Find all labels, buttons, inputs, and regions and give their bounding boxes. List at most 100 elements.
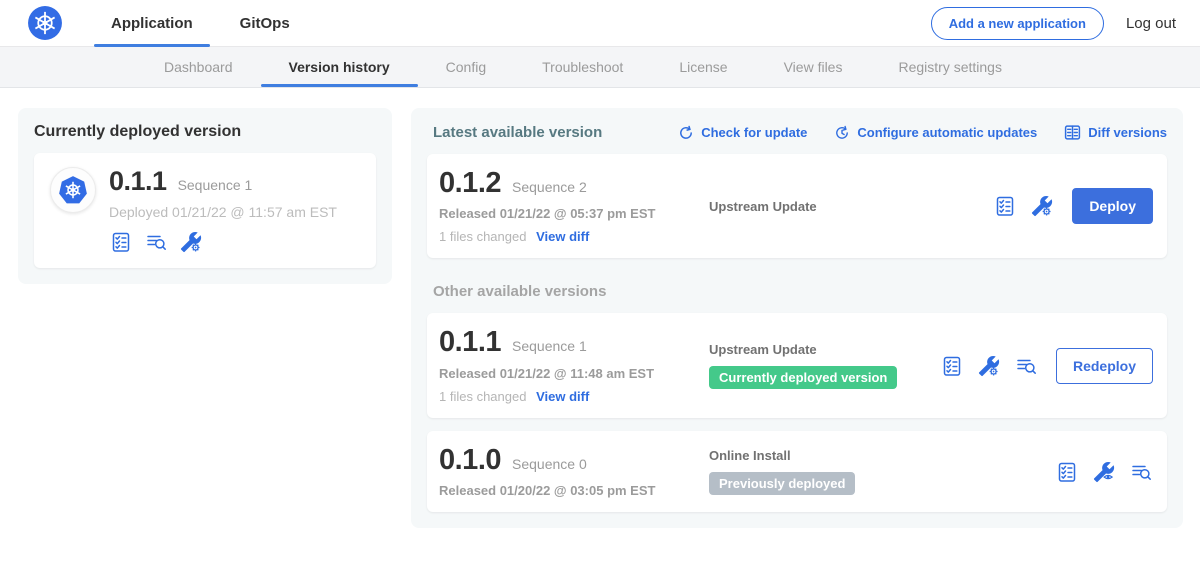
- version-card-actions: Redeploy: [940, 348, 1153, 384]
- version-source-column: Online Install Previously deployed: [697, 448, 1055, 495]
- configure-automatic-updates-link[interactable]: Configure automatic updates: [834, 125, 1037, 141]
- released-timestamp: Released 01/20/22 @ 03:05 pm EST: [439, 483, 697, 498]
- version-row: 0.1.2 Sequence 2: [439, 168, 697, 198]
- config-view-icon[interactable]: [1092, 460, 1116, 484]
- deploy-logs-icon[interactable]: [1129, 460, 1153, 484]
- tab-gitops[interactable]: GitOps: [223, 0, 307, 46]
- diff-versions-link[interactable]: Diff versions: [1064, 124, 1167, 141]
- tab-gitops-label: GitOps: [240, 15, 290, 32]
- version-card-0-1-0: 0.1.0 Sequence 0 Released 01/20/22 @ 03:…: [427, 431, 1167, 512]
- add-application-button[interactable]: Add a new application: [931, 7, 1104, 40]
- subnav-view-files[interactable]: View files: [756, 47, 871, 87]
- subnav-registry-settings[interactable]: Registry settings: [870, 47, 1029, 87]
- deployed-version-card: 0.1.1 Sequence 1 Deployed 01/21/22 @ 11:…: [34, 153, 376, 268]
- versions-header: Latest available version Check for updat…: [427, 122, 1167, 141]
- redeploy-button[interactable]: Redeploy: [1056, 348, 1153, 384]
- deployed-timestamp: Deployed 01/21/22 @ 11:57 am EST: [109, 204, 337, 220]
- refresh-icon: [678, 125, 694, 141]
- version-actions: Check for update Configure automatic upd…: [678, 124, 1167, 141]
- kubernetes-logo-icon[interactable]: [27, 5, 63, 41]
- deploy-button[interactable]: Deploy: [1072, 188, 1153, 224]
- tab-application-label: Application: [111, 15, 193, 32]
- version-card-actions: Deploy: [993, 188, 1153, 224]
- main-content: Currently deployed version: [0, 88, 1200, 528]
- previously-deployed-badge: Previously deployed: [709, 472, 855, 495]
- app-icon-kubernetes: [50, 167, 96, 213]
- check-for-update-label: Check for update: [701, 125, 807, 140]
- version-card-0-1-1: 0.1.1 Sequence 1 Released 01/21/22 @ 11:…: [427, 313, 1167, 417]
- version-number: 0.1.0: [439, 445, 501, 475]
- top-header-right: Add a new application Log out: [931, 7, 1176, 40]
- version-source-column: Upstream Update Currently deployed versi…: [697, 342, 940, 389]
- version-number: 0.1.2: [439, 168, 501, 198]
- view-diff-link[interactable]: View diff: [536, 389, 589, 404]
- subnav-dashboard[interactable]: Dashboard: [136, 47, 261, 87]
- files-changed-row: 1 files changed View diff: [439, 229, 697, 244]
- deployed-sequence-label: Sequence 1: [178, 177, 253, 193]
- view-diff-link[interactable]: View diff: [536, 229, 589, 244]
- logout-link[interactable]: Log out: [1126, 15, 1176, 32]
- subnav-troubleshoot[interactable]: Troubleshoot: [514, 47, 651, 87]
- app-level-tabs: Application GitOps: [94, 0, 320, 46]
- latest-available-heading: Latest available version: [433, 124, 602, 141]
- subnav-registry-settings-label: Registry settings: [898, 59, 1001, 75]
- top-header: Application GitOps Add a new application…: [0, 0, 1200, 47]
- subnav-config[interactable]: Config: [418, 47, 514, 87]
- deploy-logs-icon[interactable]: [144, 230, 168, 254]
- config-gear-icon[interactable]: [1030, 194, 1054, 218]
- sequence-label: Sequence 0: [512, 456, 587, 472]
- version-card-info: 0.1.1 Sequence 1 Released 01/21/22 @ 11:…: [439, 327, 697, 403]
- config-gear-icon[interactable]: [977, 354, 1001, 378]
- deployed-version-info: 0.1.1 Sequence 1 Deployed 01/21/22 @ 11:…: [109, 167, 337, 254]
- sequence-label: Sequence 2: [512, 179, 587, 195]
- preflight-checks-icon[interactable]: [993, 194, 1017, 218]
- version-card-info: 0.1.0 Sequence 0 Released 01/20/22 @ 03:…: [439, 445, 697, 498]
- subnav-license-label: License: [679, 59, 727, 75]
- preflight-checks-icon[interactable]: [1055, 460, 1079, 484]
- other-versions-heading: Other available versions: [433, 283, 1167, 300]
- subnav-config-label: Config: [446, 59, 486, 75]
- subnav-dashboard-label: Dashboard: [164, 59, 233, 75]
- deploy-logs-icon[interactable]: [1014, 354, 1038, 378]
- version-source-column: Upstream Update: [697, 199, 993, 214]
- clock-arrow-icon: [834, 125, 850, 141]
- check-for-update-link[interactable]: Check for update: [678, 125, 807, 141]
- files-changed-label: 1 files changed: [439, 229, 526, 244]
- sequence-label: Sequence 1: [512, 338, 587, 354]
- configure-automatic-updates-label: Configure automatic updates: [857, 125, 1037, 140]
- subnav-version-history[interactable]: Version history: [261, 47, 418, 87]
- currently-deployed-title: Currently deployed version: [34, 123, 376, 141]
- files-changed-row: 1 files changed View diff: [439, 389, 697, 404]
- version-row: 0.1.1 Sequence 1: [439, 327, 697, 357]
- kots-admin-console: Application GitOps Add a new application…: [0, 0, 1200, 564]
- source-label: Upstream Update: [709, 199, 993, 214]
- files-changed-label: 1 files changed: [439, 389, 526, 404]
- app-subnav: Dashboard Version history Config Trouble…: [0, 47, 1200, 88]
- diff-table-icon: [1064, 124, 1081, 141]
- tab-application[interactable]: Application: [94, 0, 210, 46]
- top-header-left: Application GitOps: [27, 0, 320, 46]
- deployed-version-row: 0.1.1 Sequence 1: [109, 167, 337, 197]
- version-card-info: 0.1.2 Sequence 2 Released 01/21/22 @ 05:…: [439, 168, 697, 244]
- diff-versions-label: Diff versions: [1088, 125, 1167, 140]
- preflight-checks-icon[interactable]: [109, 230, 133, 254]
- currently-deployed-badge: Currently deployed version: [709, 366, 897, 389]
- released-timestamp: Released 01/21/22 @ 11:48 am EST: [439, 366, 697, 381]
- deployed-action-icons: [109, 230, 337, 254]
- deployed-version-number: 0.1.1: [109, 167, 167, 197]
- config-gear-icon[interactable]: [179, 230, 203, 254]
- preflight-checks-icon[interactable]: [940, 354, 964, 378]
- subnav-version-history-label: Version history: [289, 59, 390, 75]
- version-card-0-1-2: 0.1.2 Sequence 2 Released 01/21/22 @ 05:…: [427, 154, 1167, 258]
- version-card-actions: [1055, 460, 1153, 484]
- source-label: Online Install: [709, 448, 1055, 463]
- source-label: Upstream Update: [709, 342, 940, 357]
- subnav-troubleshoot-label: Troubleshoot: [542, 59, 623, 75]
- released-timestamp: Released 01/21/22 @ 05:37 pm EST: [439, 206, 697, 221]
- subnav-view-files-label: View files: [784, 59, 843, 75]
- version-history-panel: Latest available version Check for updat…: [411, 108, 1183, 528]
- subnav-license[interactable]: License: [651, 47, 755, 87]
- version-number: 0.1.1: [439, 327, 501, 357]
- currently-deployed-panel: Currently deployed version: [18, 108, 392, 284]
- version-row: 0.1.0 Sequence 0: [439, 445, 697, 475]
